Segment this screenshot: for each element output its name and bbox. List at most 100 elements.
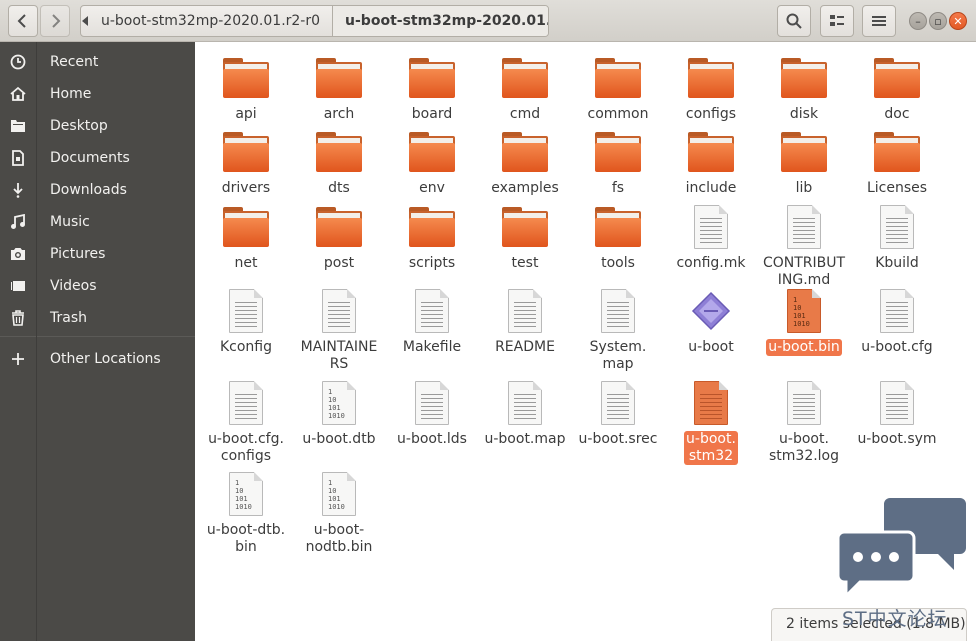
file-item-u-boot-bin[interactable]: 1 10 101 1010 u-boot.bin — [758, 287, 850, 356]
file-item-maintainers[interactable]: MAINTAINE RS — [293, 287, 385, 373]
folder-item-common[interactable]: common — [572, 54, 664, 123]
folder-icon — [779, 128, 829, 178]
folder-item-test[interactable]: test — [479, 203, 571, 272]
back-button[interactable] — [8, 5, 38, 37]
file-name-label: tools — [601, 255, 635, 271]
sidebar-item-music[interactable]: Music — [0, 206, 195, 238]
hamburger-menu-icon — [872, 16, 886, 26]
folder-item-scripts[interactable]: scripts — [386, 203, 478, 272]
video-icon — [8, 276, 28, 296]
folder-item-drivers[interactable]: drivers — [200, 128, 292, 197]
file-item-makefile[interactable]: Makefile — [386, 287, 478, 356]
folder-icon — [314, 54, 364, 104]
file-item-u-boot-cfg-configs[interactable]: u-boot.cfg. configs — [200, 379, 292, 465]
sidebar-item-desktop[interactable]: Desktop — [0, 110, 195, 142]
folder-item-env[interactable]: env — [386, 128, 478, 197]
folder-item-api[interactable]: api — [200, 54, 292, 123]
folder-item-doc[interactable]: doc — [851, 54, 943, 123]
file-item-u-boot-nodtb-bin[interactable]: 1 10 101 1010 u-boot- nodtb.bin — [293, 470, 385, 556]
file-item-u-boot-lds[interactable]: u-boot.lds — [386, 379, 478, 448]
sidebar-item-label: Pictures — [50, 246, 106, 262]
binary-glyph: 1 10 101 1010 — [328, 479, 345, 511]
menu-button[interactable] — [862, 5, 896, 37]
executable-icon — [686, 287, 736, 337]
file-item-u-boot[interactable]: u-boot — [665, 287, 757, 356]
sidebar-item-downloads[interactable]: Downloads — [0, 174, 195, 206]
file-item-u-boot-stm32-log[interactable]: u-boot. stm32.log — [758, 379, 850, 465]
text-file-icon — [872, 287, 922, 337]
sidebar-item-pictures[interactable]: Pictures — [0, 238, 195, 270]
file-item-kconfig[interactable]: Kconfig — [200, 287, 292, 356]
file-item-system-map[interactable]: System. map — [572, 287, 664, 373]
file-name-label: env — [419, 180, 445, 196]
breadcrumb-current[interactable]: u-boot-stm32mp-2020.01.r2 — [332, 6, 548, 36]
file-item-contributing-md[interactable]: CONTRIBUT ING.md — [758, 203, 850, 289]
file-item-u-boot-dtb-bin[interactable]: 1 10 101 1010 u-boot-dtb. bin — [200, 470, 292, 556]
file-item-readme[interactable]: README — [479, 287, 571, 356]
file-name-label: scripts — [408, 255, 456, 271]
folder-item-arch[interactable]: arch — [293, 54, 385, 123]
document-icon — [8, 148, 28, 168]
file-item-u-boot-stm32[interactable]: u-boot. stm32 — [665, 379, 757, 465]
maximize-button[interactable]: ▫ — [929, 12, 947, 30]
triangle-left-icon — [82, 16, 88, 26]
minimize-button[interactable]: – — [909, 12, 927, 30]
folder-item-configs[interactable]: configs — [665, 54, 757, 123]
folder-item-disk[interactable]: disk — [758, 54, 850, 123]
sidebar-item-trash[interactable]: Trash — [0, 302, 195, 334]
sidebar-item-other-locations[interactable]: Other Locations — [0, 343, 195, 375]
file-name-label: lib — [795, 180, 813, 196]
sidebar-item-home[interactable]: Home — [0, 78, 195, 110]
folder-icon — [500, 128, 550, 178]
folder-icon — [407, 203, 457, 253]
binary-glyph: 1 10 101 1010 — [793, 296, 810, 328]
folder-item-tools[interactable]: tools — [572, 203, 664, 272]
text-file-icon — [500, 287, 550, 337]
binary-file-icon: 1 10 101 1010 — [314, 379, 364, 429]
folder-item-lib[interactable]: lib — [758, 128, 850, 197]
file-item-u-boot-cfg[interactable]: u-boot.cfg — [851, 287, 943, 356]
file-item-u-boot-dtb[interactable]: 1 10 101 1010 u-boot.dtb — [293, 379, 385, 448]
text-file-icon — [314, 287, 364, 337]
file-name-label: u-boot.cfg — [861, 339, 933, 355]
file-item-config-mk[interactable]: config.mk — [665, 203, 757, 272]
chat-bubble-icon[interactable] — [836, 496, 966, 600]
folder-item-cmd[interactable]: cmd — [479, 54, 571, 123]
folder-icon — [593, 128, 643, 178]
view-options-button[interactable] — [820, 5, 854, 37]
close-button[interactable]: ✕ — [949, 12, 967, 30]
file-name-label: System. map — [589, 339, 647, 372]
folder-item-net[interactable]: net — [200, 203, 292, 272]
file-name-label: config.mk — [676, 255, 746, 271]
folder-item-board[interactable]: board — [386, 54, 478, 123]
file-name-label: Kbuild — [875, 255, 919, 271]
file-name-label: examples — [491, 180, 559, 196]
sidebar-item-recent[interactable]: Recent — [0, 46, 195, 78]
file-name-label: CONTRIBUT ING.md — [762, 255, 846, 288]
search-icon — [786, 13, 802, 29]
folder-item-dts[interactable]: dts — [293, 128, 385, 197]
file-name-label: u-boot.map — [484, 431, 566, 447]
file-item-u-boot-sym[interactable]: u-boot.sym — [851, 379, 943, 448]
file-name-label: u-boot- nodtb.bin — [305, 522, 373, 555]
file-item-kbuild[interactable]: Kbuild — [851, 203, 943, 272]
folder-item-include[interactable]: include — [665, 128, 757, 197]
path-scroll-left-button[interactable] — [81, 6, 89, 36]
sidebar-item-documents[interactable]: Documents — [0, 142, 195, 174]
folder-icon — [314, 128, 364, 178]
folder-item-licenses[interactable]: Licenses — [851, 128, 943, 197]
folder-icon — [221, 203, 271, 253]
forward-button[interactable] — [40, 5, 70, 37]
folder-item-fs[interactable]: fs — [572, 128, 664, 197]
folder-item-examples[interactable]: examples — [479, 128, 571, 197]
folder-icon — [686, 54, 736, 104]
file-name-label: u-boot. stm32.log — [768, 431, 840, 464]
sidebar-item-videos[interactable]: Videos — [0, 270, 195, 302]
file-item-u-boot-srec[interactable]: u-boot.srec — [572, 379, 664, 448]
breadcrumb-parent[interactable]: u-boot-stm32mp-2020.01.r2-r0 — [89, 6, 332, 36]
search-button[interactable] — [777, 5, 811, 37]
text-file-icon — [872, 203, 922, 253]
file-item-u-boot-map[interactable]: u-boot.map — [479, 379, 571, 448]
folder-item-post[interactable]: post — [293, 203, 385, 272]
folder-icon — [593, 203, 643, 253]
